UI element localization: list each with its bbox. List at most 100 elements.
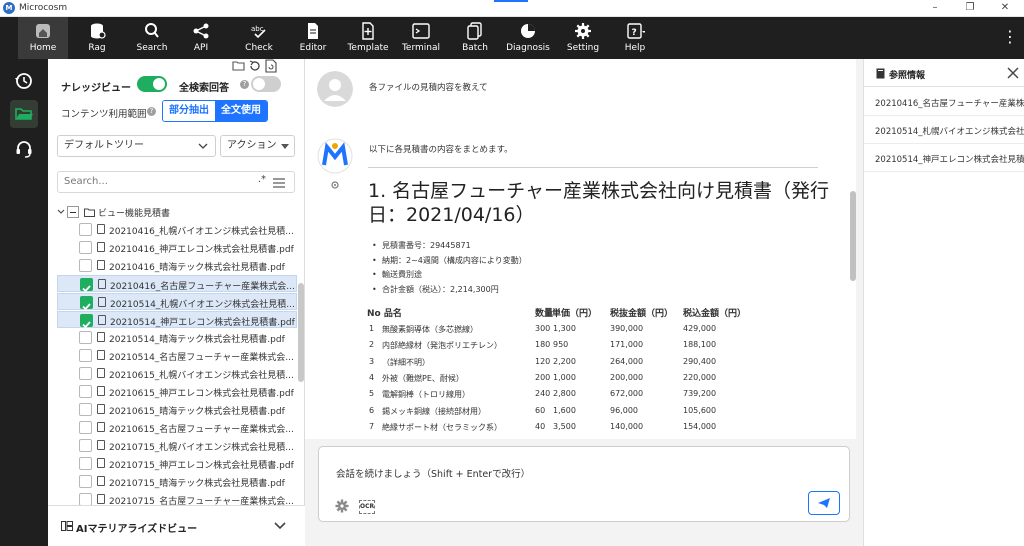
help-icon[interactable]: ?	[240, 80, 249, 89]
nav-batch[interactable]: Batch	[450, 17, 500, 59]
nav-help-label: Help	[624, 43, 646, 53]
file-sync-icon[interactable]	[265, 59, 277, 73]
tree-select[interactable]: デフォルトツリー	[57, 135, 216, 157]
gear-icon[interactable]	[330, 180, 340, 190]
chat-scrollbar[interactable]	[850, 191, 856, 281]
file-checkbox[interactable]	[79, 331, 92, 344]
chat-input[interactable]: 会話を続けましょう（Shift + Enterで改行） OCR	[318, 446, 850, 522]
table-cell: 5	[369, 389, 375, 399]
file-row[interactable]: 20210715_晴海テック株式会社見積書.pdf	[57, 473, 297, 490]
refresh-icon[interactable]	[248, 59, 262, 73]
maximize-icon[interactable]: ❐	[963, 1, 977, 15]
file-row[interactable]: 20210715_札幌バイオエンジ株式会社見積...	[57, 437, 297, 454]
reference-item[interactable]: 20210416_名古屋フューチャー産業株式会社	[864, 88, 1024, 116]
file-checkbox[interactable]	[79, 475, 92, 488]
nav-rag[interactable]: Rag	[72, 17, 122, 59]
more-vertical-icon[interactable]: ⋮	[1002, 29, 1018, 45]
file-checkbox[interactable]	[79, 259, 92, 272]
file-row[interactable]: 20210514_札幌バイオエンジ株式会社見積...	[57, 293, 297, 311]
chevron-down-icon[interactable]	[57, 209, 65, 215]
nav-setting[interactable]: Setting	[558, 17, 608, 59]
file-checkbox[interactable]	[80, 296, 93, 311]
folder-button[interactable]	[10, 100, 38, 128]
file-checkbox[interactable]	[79, 241, 92, 254]
file-checkbox[interactable]	[79, 403, 92, 416]
table-cell: 60	[535, 405, 546, 415]
file-row[interactable]: 20210514_名古屋フューチャー産業株式会...	[57, 347, 297, 364]
folder-icon	[84, 208, 95, 217]
file-row[interactable]: 20210416_名古屋フューチャー産業株式会...	[57, 275, 297, 293]
tree-search-input[interactable]: Search... .*	[57, 171, 295, 193]
file-row[interactable]: 20210615_晴海テック株式会社見積書.pdf	[57, 401, 297, 418]
fulltext-answer-toggle[interactable]	[251, 76, 281, 92]
table-cell: 7	[369, 421, 375, 431]
nav-editor[interactable]: Editor	[288, 17, 338, 59]
nav-api[interactable]: API	[176, 17, 226, 59]
send-button[interactable]	[808, 491, 840, 515]
file-row[interactable]: 20210715_神戸エレコン株式会社見積書.pdf	[57, 455, 297, 472]
file-checkbox[interactable]	[80, 314, 93, 329]
chevron-down-icon	[198, 143, 208, 149]
knowledge-view-toggle[interactable]	[137, 76, 167, 92]
history-button[interactable]	[10, 67, 38, 95]
close-window-icon[interactable]: ✕	[998, 1, 1012, 15]
close-icon[interactable]	[1007, 67, 1019, 79]
table-cell: 290,400	[683, 356, 717, 366]
file-checkbox[interactable]	[80, 278, 93, 293]
tree-root-checkbox[interactable]	[67, 206, 79, 218]
file-row[interactable]: 20210615_名古屋フューチャー産業株式会...	[57, 419, 297, 436]
table-cell: 20	[535, 438, 545, 439]
nav-editor-label: Editor	[299, 43, 327, 53]
file-checkbox[interactable]	[79, 457, 92, 470]
menu-icon[interactable]	[273, 178, 285, 188]
chat-transcript: 各ファイルの見積内容を教えて 以下に各見積書の内容をまとめます。 1. 名古屋フ…	[305, 59, 856, 439]
file-row[interactable]: 20210416_晴海テック株式会社見積書.pdf	[57, 257, 297, 274]
nav-template[interactable]: Template	[343, 17, 393, 59]
user-message: 各ファイルの見積内容を教えて	[369, 83, 488, 93]
nav-check[interactable]: abc Check	[234, 17, 284, 59]
file-row[interactable]: 20210615_神戸エレコン株式会社見積書.pdf	[57, 383, 297, 400]
file-name: 20210615_札幌バイオエンジ株式会社見積...	[109, 371, 294, 381]
bullet-item: 合計金額（税込）：2,214,300円	[382, 283, 527, 298]
nav-terminal[interactable]: Terminal	[396, 17, 446, 59]
nav-template-label: Template	[347, 43, 389, 53]
sidebar-scrollbar[interactable]	[298, 283, 304, 382]
ocr-button[interactable]: OCR	[359, 500, 375, 514]
file-icon	[97, 386, 105, 396]
minimize-icon[interactable]: –	[928, 1, 942, 15]
nav-home[interactable]: Home	[18, 17, 68, 59]
file-checkbox[interactable]	[79, 385, 92, 398]
file-checkbox[interactable]	[79, 439, 92, 452]
nav-search[interactable]: Search	[127, 17, 177, 59]
action-select[interactable]: アクション	[220, 135, 295, 157]
chevron-down-icon[interactable]	[274, 522, 286, 530]
file-row[interactable]: 20210416_神戸エレコン株式会社見積書.pdf	[57, 239, 297, 256]
reference-item[interactable]: 20210514_神戸エレコン株式会社見積	[864, 144, 1024, 172]
file-row[interactable]: 20210715_名古屋フューチャー産業株式会...	[57, 491, 297, 506]
table-header-cell: 税込金額（円）	[683, 309, 747, 319]
regex-icon[interactable]: .*	[258, 174, 266, 185]
bullet-item: 輸送費別途	[382, 268, 527, 283]
reference-item[interactable]: 20210514_札幌バイオエンジ株式会社	[864, 116, 1024, 144]
file-checkbox[interactable]	[79, 349, 92, 362]
file-checkbox[interactable]	[79, 367, 92, 380]
nav-help[interactable]: ? Help	[610, 17, 660, 59]
file-name: 20210514_札幌バイオエンジ株式会社見積...	[110, 300, 295, 310]
file-row[interactable]: 20210416_札幌バイオエンジ株式会社見積...	[57, 221, 297, 238]
support-button[interactable]	[10, 135, 38, 163]
full-text-button[interactable]: 全文使用	[215, 101, 267, 121]
help-icon[interactable]: ?	[147, 107, 156, 116]
file-row[interactable]: 20210615_札幌バイオエンジ株式会社見積...	[57, 365, 297, 382]
nav-diagnosis[interactable]: Diagnosis	[503, 17, 553, 59]
file-checkbox[interactable]	[79, 421, 92, 434]
table-cell: （詳細不明）	[382, 357, 430, 367]
ai-materialized-view-header[interactable]: AIマテリアライズドビュー	[48, 505, 305, 546]
file-icon	[97, 422, 105, 432]
file-icon	[97, 368, 105, 378]
gear-icon[interactable]	[335, 499, 349, 513]
file-checkbox[interactable]	[79, 223, 92, 236]
file-row[interactable]: 20210514_晴海テック株式会社見積書.pdf	[57, 329, 297, 346]
partial-extract-button[interactable]: 部分抽出	[163, 101, 215, 121]
file-row[interactable]: 20210514_神戸エレコン株式会社見積書.pdf	[57, 311, 297, 329]
folder-open-small-icon[interactable]	[232, 60, 246, 72]
